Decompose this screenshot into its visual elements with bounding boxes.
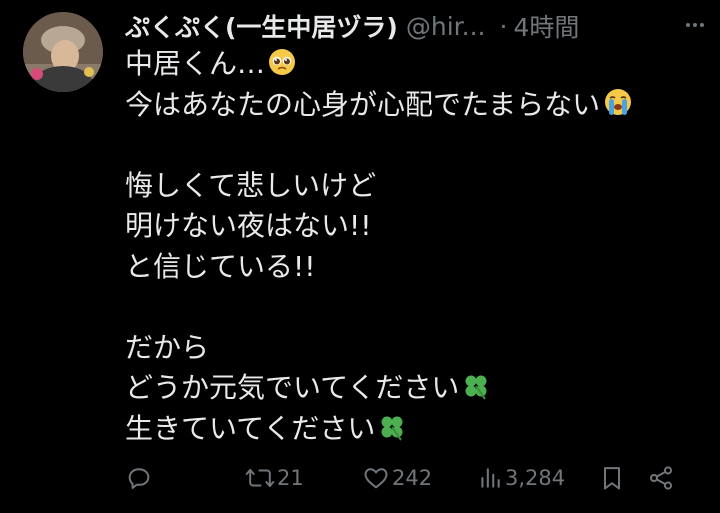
separator-dot: · bbox=[499, 11, 508, 41]
share-icon bbox=[649, 466, 673, 490]
tweet-line: 中居くん… bbox=[125, 44, 705, 85]
reply-button[interactable] bbox=[125, 458, 155, 498]
tweet-actions: 21 242 3,284 bbox=[125, 458, 685, 498]
views-button[interactable]: 3,284 bbox=[477, 458, 565, 498]
tweet-text: 中居くん… 今はあなたの心身が心配でたまらない 悔しくて悲しいけど 明けない夜は… bbox=[125, 44, 705, 449]
tweet-line: 今はあなたの心身が心配でたまらない bbox=[125, 85, 705, 126]
tweet-line: 明けない夜はない!! bbox=[125, 209, 372, 242]
bookmark-icon bbox=[604, 467, 620, 490]
more-options-button[interactable] bbox=[680, 10, 710, 40]
tweet[interactable]: ぷくぷく(一生中居ヅラ) @hir... · 4時間 中居くん… 今はあなたの心… bbox=[0, 0, 720, 513]
loudly-crying-face-emoji bbox=[602, 86, 634, 130]
tweet-line: と信じている!! bbox=[125, 249, 316, 283]
like-count: 242 bbox=[392, 466, 433, 490]
user-handle[interactable]: @hir... bbox=[406, 12, 486, 41]
view-count: 3,284 bbox=[505, 466, 566, 490]
more-icon bbox=[686, 23, 704, 27]
like-button[interactable]: 242 bbox=[362, 458, 432, 498]
four-leaf-clover-emoji bbox=[377, 412, 407, 454]
timestamp[interactable]: 4時間 bbox=[513, 8, 579, 44]
tweet-line: だから bbox=[125, 330, 210, 364]
reply-icon bbox=[128, 468, 150, 489]
retweet-count: 21 bbox=[277, 466, 304, 490]
tweet-line bbox=[125, 287, 705, 328]
heart-icon bbox=[364, 468, 388, 489]
avatar[interactable] bbox=[23, 12, 103, 92]
bookmark-button[interactable] bbox=[598, 458, 626, 498]
pleading-face-emoji bbox=[267, 47, 297, 89]
display-name[interactable]: ぷくぷく(一生中居ヅラ) bbox=[125, 8, 398, 44]
retweet-icon bbox=[245, 468, 275, 488]
share-button[interactable] bbox=[647, 458, 675, 498]
retweet-button[interactable]: 21 bbox=[245, 458, 304, 498]
tweet-header: ぷくぷく(一生中居ヅラ) @hir... · 4時間 bbox=[125, 8, 695, 44]
tweet-line bbox=[125, 125, 705, 166]
tweet-line: 悔しくて悲しいけど bbox=[125, 168, 377, 202]
views-icon bbox=[481, 468, 500, 488]
tweet-line: どうか元気でいてください bbox=[125, 368, 705, 409]
tweet-line: 生きていてください bbox=[125, 409, 705, 450]
four-leaf-clover-emoji bbox=[461, 371, 491, 413]
